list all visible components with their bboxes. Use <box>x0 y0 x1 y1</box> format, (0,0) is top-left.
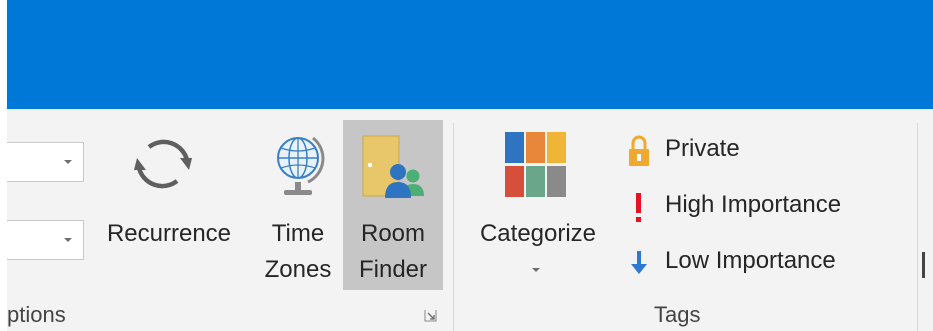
room-finder-icon <box>362 135 424 198</box>
exclamation-icon <box>636 193 641 222</box>
group-separator <box>453 123 454 331</box>
high-importance-button[interactable]: High Importance <box>624 187 894 227</box>
down-arrow-icon <box>631 251 647 274</box>
left-edge <box>0 0 7 331</box>
recurrence-button[interactable]: Recurrence <box>88 120 250 290</box>
room-finder-button[interactable]: Room Finder <box>343 120 443 290</box>
recurrence-icon <box>134 139 192 189</box>
dialog-launcher-icon[interactable] <box>424 309 437 322</box>
options-dropdown-2[interactable] <box>7 220 84 260</box>
chevron-down-icon <box>64 238 72 242</box>
globe-icon <box>277 136 325 195</box>
chevron-down-icon <box>64 160 72 164</box>
private-button[interactable]: Private <box>624 131 784 171</box>
options-group-label: ptions <box>7 302 66 327</box>
recurrence-label: Recurrence <box>106 220 232 247</box>
tags-group-label: Tags <box>654 302 701 327</box>
options-dropdown-1[interactable] <box>7 142 84 182</box>
group-separator <box>917 123 918 331</box>
categorize-icon <box>505 132 566 197</box>
clipped-next-group <box>922 252 925 278</box>
time-zones-label-line1: Time <box>271 220 325 247</box>
low-importance-button[interactable]: Low Importance <box>624 243 894 283</box>
categorize-label: Categorize <box>479 220 597 247</box>
categorize-button[interactable]: Categorize <box>462 120 614 290</box>
room-finder-label-line1: Room <box>360 220 426 247</box>
private-label: Private <box>665 135 740 162</box>
chevron-down-icon <box>532 268 540 272</box>
room-finder-label-line2: Finder <box>358 256 428 283</box>
time-zones-button[interactable]: Time Zones <box>253 120 343 290</box>
low-importance-label: Low Importance <box>665 247 836 274</box>
high-importance-label: High Importance <box>665 191 842 218</box>
title-bar <box>7 0 933 109</box>
time-zones-label-line2: Zones <box>264 256 332 283</box>
lock-icon <box>629 135 649 166</box>
